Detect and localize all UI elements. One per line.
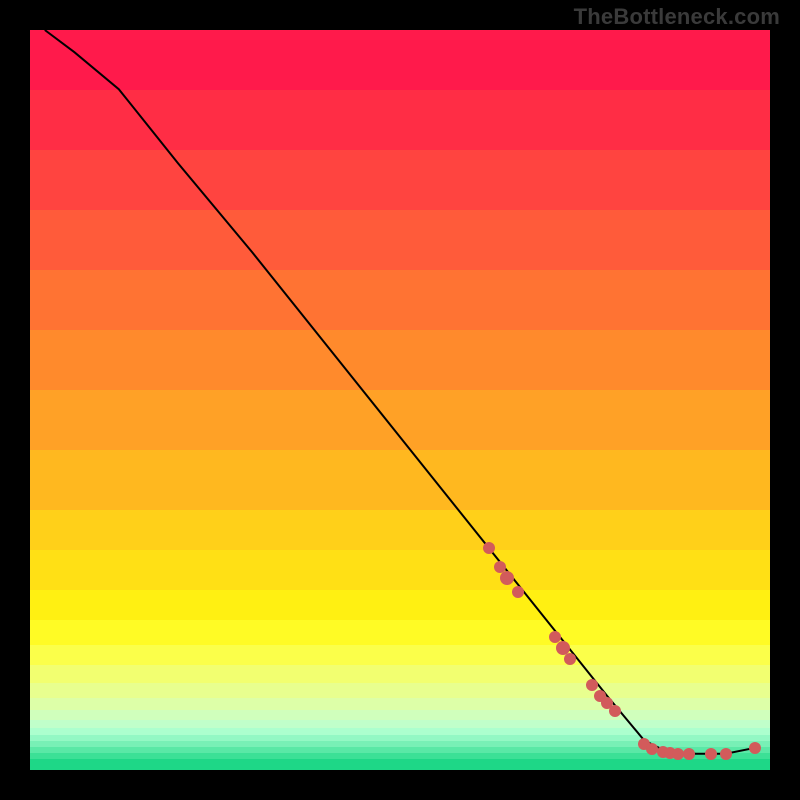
data-marker xyxy=(564,653,576,665)
data-marker xyxy=(586,679,598,691)
data-marker xyxy=(749,742,761,754)
watermark-text: TheBottleneck.com xyxy=(574,4,780,30)
chart-area xyxy=(30,30,770,770)
data-marker xyxy=(646,743,658,755)
curve-svg xyxy=(30,30,770,770)
data-marker xyxy=(500,571,514,585)
data-marker xyxy=(683,748,695,760)
data-marker xyxy=(512,586,524,598)
data-marker xyxy=(483,542,495,554)
frame: TheBottleneck.com xyxy=(0,0,800,800)
data-marker xyxy=(720,748,732,760)
data-marker xyxy=(609,705,621,717)
curve-path xyxy=(45,30,755,754)
data-marker xyxy=(705,748,717,760)
